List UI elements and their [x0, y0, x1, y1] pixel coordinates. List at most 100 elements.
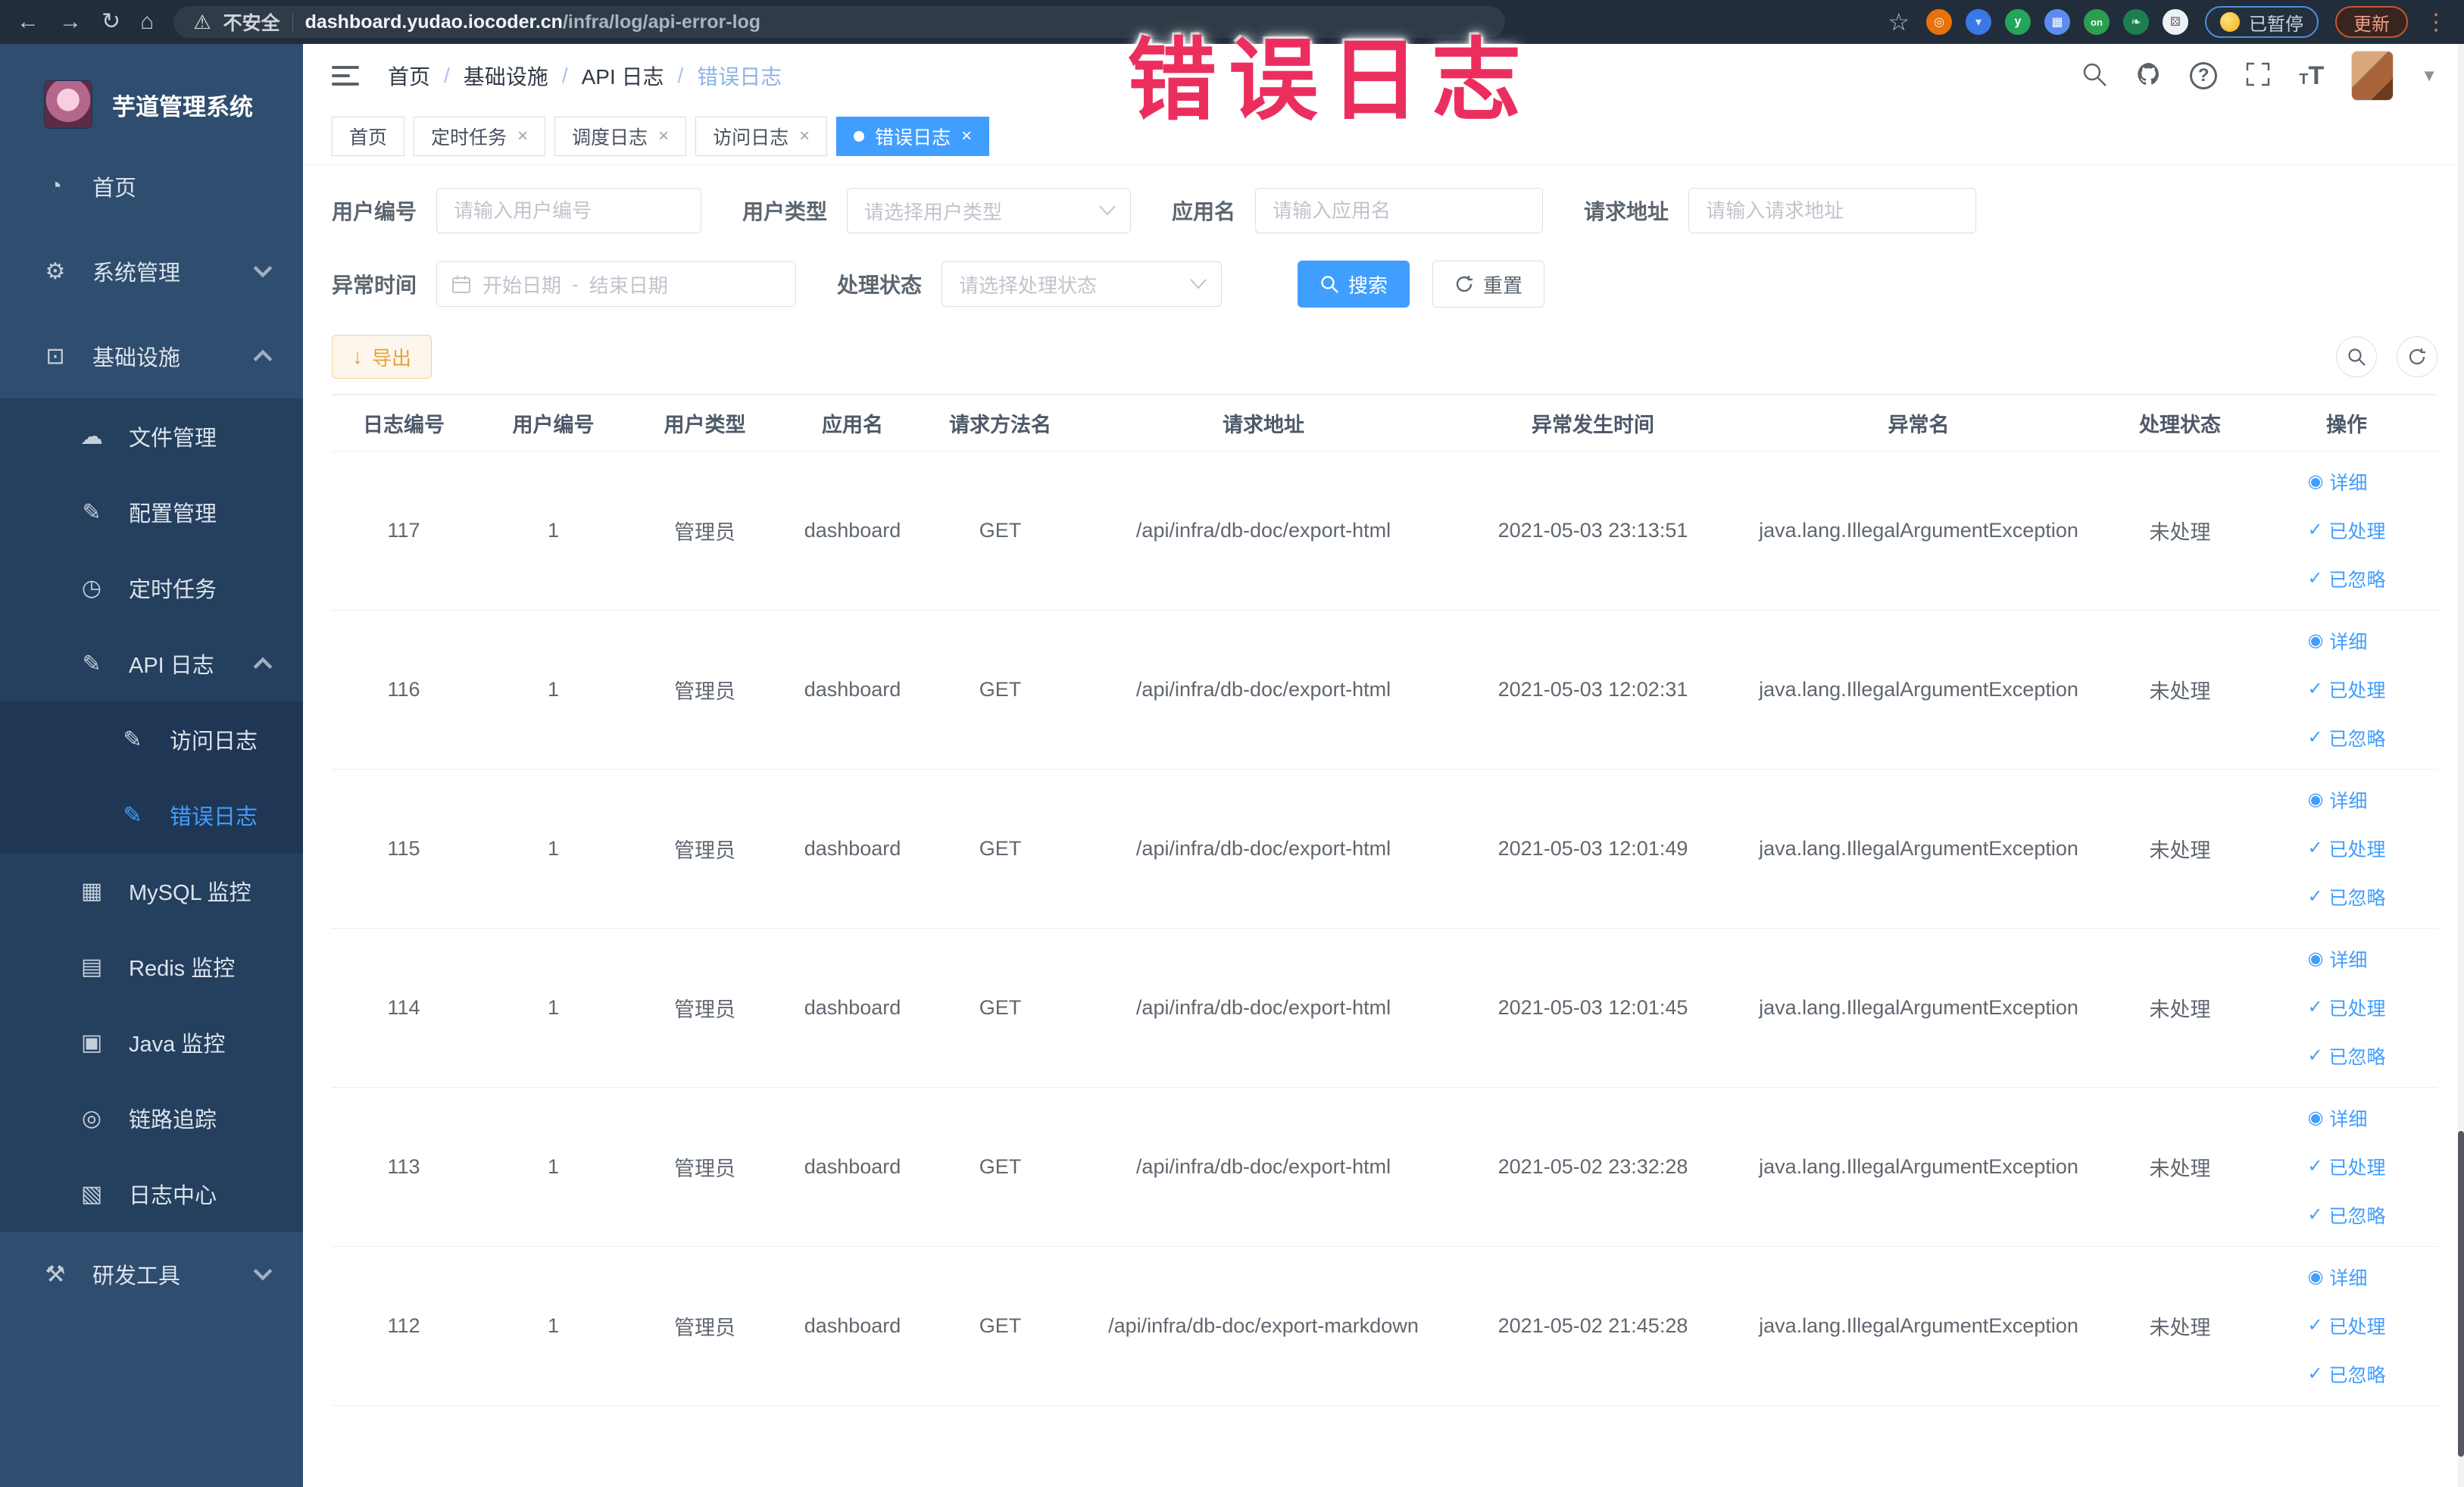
已忽略-action-link[interactable]: ✓ 已忽略 — [2307, 1042, 2385, 1070]
home-icon[interactable]: ⌂ — [140, 11, 154, 33]
app-name-input[interactable] — [1255, 188, 1544, 233]
check-icon: ✓ — [2307, 1045, 2323, 1066]
sidebar-logo-row[interactable]: 芋道管理系统 — [0, 65, 303, 144]
close-icon[interactable]: × — [658, 127, 669, 145]
cell-user_id: 1 — [476, 769, 631, 929]
target-extension-icon[interactable]: ◎ — [1926, 9, 1952, 35]
已处理-action-link[interactable]: ✓ 已处理 — [2307, 1153, 2385, 1180]
sidebar-toggle-icon[interactable] — [332, 66, 359, 86]
sidebar-item-研发工具[interactable]: ⚒ 研发工具 — [0, 1232, 303, 1317]
chevron-down-icon — [253, 264, 273, 278]
已处理-action-link[interactable]: ✓ 已处理 — [2307, 1312, 2385, 1339]
已处理-action-link[interactable]: ✓ 已处理 — [2307, 676, 2385, 703]
address-bar[interactable]: ⚠ 不安全 dashboard.yudao.iocoder.cn/infra/l… — [173, 6, 1506, 38]
详细-action-link[interactable]: ◉ 详细 — [2307, 627, 2367, 654]
user-type-select[interactable]: 请选择用户类型 — [847, 188, 1132, 233]
sidebar-item-API 日志[interactable]: ✎ API 日志 — [0, 626, 303, 701]
close-icon[interactable]: × — [961, 127, 972, 145]
详细-action-link[interactable]: ◉ 详细 — [2307, 945, 2367, 973]
y-extension-icon[interactable]: y — [2005, 9, 2031, 35]
breadcrumb-item[interactable]: 基础设施 — [464, 61, 548, 91]
leaf-extension-icon[interactable]: ❧ — [2123, 9, 2149, 35]
sidebar-item-Redis 监控[interactable]: ▤ Redis 监控 — [0, 929, 303, 1004]
request-url-input[interactable] — [1688, 188, 1977, 233]
action-label: 已忽略 — [2328, 570, 2386, 591]
详细-action-link[interactable]: ◉ 详细 — [2307, 468, 2367, 495]
font-size-icon[interactable]: TT — [2299, 61, 2324, 91]
fullscreen-icon[interactable] — [2244, 61, 2272, 92]
scrollbar-thumb[interactable] — [2458, 1131, 2464, 1457]
详细-action-link[interactable]: ◉ 详细 — [2307, 786, 2367, 814]
github-icon[interactable] — [2135, 61, 2163, 92]
browser-update-button[interactable]: 更新 — [2335, 6, 2408, 38]
breadcrumb-separator: / — [444, 64, 450, 87]
on-badge-extension-icon[interactable]: on — [2084, 9, 2110, 35]
已忽略-action-link[interactable]: ✓ 已忽略 — [2307, 724, 2385, 751]
已忽略-action-link[interactable]: ✓ 已忽略 — [2307, 1360, 2385, 1388]
refresh-table-button[interactable] — [2397, 336, 2437, 377]
sidebar-item-定时任务[interactable]: ◷ 定时任务 — [0, 550, 303, 626]
tab-label: 访问日志 — [713, 127, 789, 148]
cell-actions: ◉ 详细 ✓ 已处理 ✓ 已忽略 — [2256, 928, 2437, 1088]
back-icon[interactable]: ← — [17, 11, 39, 33]
sidebar-item-文件管理[interactable]: ☁ 文件管理 — [0, 398, 303, 474]
sidebar-item-访问日志[interactable]: ✎ 访问日志 — [0, 701, 303, 777]
chevron-down-icon[interactable]: ▼ — [2421, 66, 2437, 86]
close-icon[interactable]: × — [517, 127, 528, 145]
cell-app: dashboard — [779, 769, 926, 929]
sidebar-item-基础设施[interactable]: ⊡ 基础设施 — [0, 314, 303, 398]
breadcrumb-item[interactable]: 首页 — [388, 61, 430, 91]
tab-访问日志[interactable]: 访问日志 × — [695, 116, 828, 156]
export-button[interactable]: ↓ 导出 — [332, 335, 433, 379]
tab-首页[interactable]: 首页 — [332, 116, 405, 156]
tab-调度日志[interactable]: 调度日志 × — [554, 116, 687, 156]
cell-exception: java.lang.IllegalArgumentException — [1733, 769, 2104, 929]
forward-icon[interactable]: → — [59, 11, 82, 33]
sidebar-item-系统管理[interactable]: ⚙ 系统管理 — [0, 229, 303, 314]
user-id-input[interactable] — [436, 188, 702, 233]
toggle-search-button[interactable] — [2336, 336, 2377, 377]
tab-label: 首页 — [349, 127, 388, 148]
breadcrumb-item[interactable]: API 日志 — [582, 61, 664, 91]
help-icon[interactable]: ? — [2190, 62, 2218, 89]
user-avatar[interactable] — [2351, 51, 2394, 101]
shield-extension-icon[interactable]: ▾ — [1966, 9, 1991, 35]
cell-url: /api/infra/db-doc/export-html — [1074, 928, 1453, 1088]
column-header-日志编号: 日志编号 — [332, 394, 476, 451]
已忽略-action-link[interactable]: ✓ 已忽略 — [2307, 565, 2385, 592]
error-log-icon: ✎ — [123, 802, 142, 828]
sidebar-item-日志中心[interactable]: ▧ 日志中心 — [0, 1156, 303, 1232]
reset-button[interactable]: 重置 — [1432, 261, 1545, 308]
详细-action-link[interactable]: ◉ 详细 — [2307, 1264, 2367, 1291]
browser-menu-icon[interactable]: ⋮ — [2425, 9, 2447, 36]
process-status-select[interactable]: 请选择处理状态 — [942, 261, 1223, 307]
sidebar-item-Java 监控[interactable]: ▣ Java 监控 — [0, 1004, 303, 1080]
scrollbar[interactable] — [2458, 44, 2464, 1487]
reload-icon[interactable]: ↻ — [101, 11, 120, 33]
grid-extension-icon[interactable]: ▦ — [2044, 9, 2070, 35]
check-icon: ✓ — [2307, 1364, 2323, 1384]
已处理-action-link[interactable]: ✓ 已处理 — [2307, 994, 2385, 1021]
bookmark-star-icon[interactable]: ☆ — [1888, 8, 1910, 36]
puzzle-extension-icon[interactable]: ⚄ — [2163, 9, 2188, 35]
cell-time: 2021-05-03 12:01:45 — [1453, 928, 1733, 1088]
tab-错误日志[interactable]: 错误日志 × — [836, 116, 990, 156]
sidebar-item-首页[interactable]: ◔ 首页 — [0, 144, 303, 229]
sidebar-item-链路追踪[interactable]: ◎ 链路追踪 — [0, 1080, 303, 1156]
sidebar-item-错误日志[interactable]: ✎ 错误日志 — [0, 777, 303, 853]
tab-定时任务[interactable]: 定时任务 × — [414, 116, 546, 156]
已忽略-action-link[interactable]: ✓ 已忽略 — [2307, 883, 2385, 911]
search-button[interactable]: 搜索 — [1298, 261, 1410, 308]
profile-paused-chip[interactable]: 已暂停 — [2205, 6, 2319, 38]
close-icon[interactable]: × — [799, 127, 810, 145]
access-log-icon: ✎ — [123, 726, 142, 752]
已处理-action-link[interactable]: ✓ 已处理 — [2307, 517, 2385, 544]
已处理-action-link[interactable]: ✓ 已处理 — [2307, 835, 2385, 862]
sidebar-item-配置管理[interactable]: ✎ 配置管理 — [0, 474, 303, 550]
sidebar-item-MySQL 监控[interactable]: ▦ MySQL 监控 — [0, 853, 303, 929]
cell-status: 未处理 — [2104, 451, 2256, 611]
已忽略-action-link[interactable]: ✓ 已忽略 — [2307, 1201, 2385, 1229]
search-icon[interactable] — [2081, 61, 2108, 92]
详细-action-link[interactable]: ◉ 详细 — [2307, 1104, 2367, 1132]
exception-time-range-picker[interactable]: 开始日期 - 结束日期 — [436, 261, 797, 307]
